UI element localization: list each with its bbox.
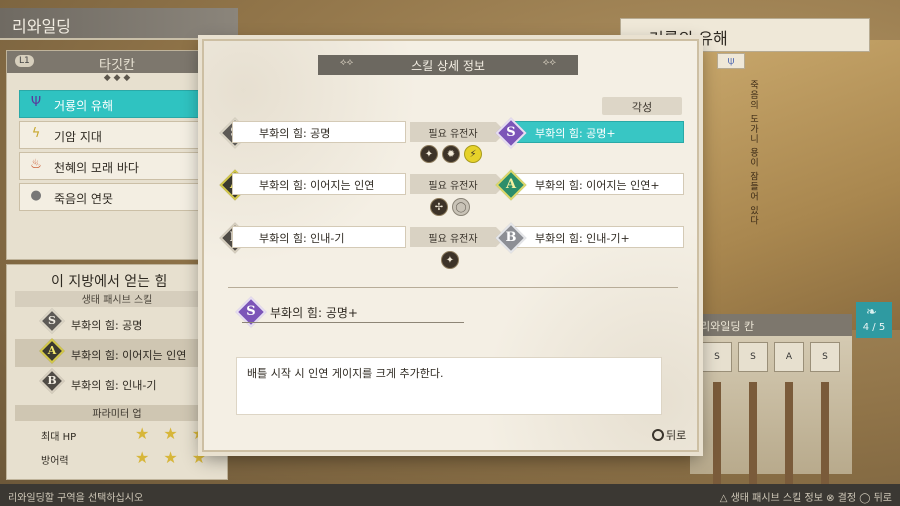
gain-skill-a: A 부화의 힘: 이어지는 인연 <box>15 338 219 367</box>
param-label: 방어력 <box>41 456 69 467</box>
base-skill-b[interactable]: 부화의 힘: 인내-기 <box>232 226 406 248</box>
param-row-hp: 최대 HP ★★★ <box>15 423 219 445</box>
region-item-label: 거룡의 유해 <box>54 99 114 113</box>
monstie-card[interactable]: S <box>810 342 840 372</box>
gene-icon: ✦ <box>420 145 438 163</box>
region-list-header: L1 타깃칸 R1 <box>7 51 227 73</box>
hint-right: △ 생태 패시브 스킬 정보 ⊗ 결정 ◯ 뒤로 <box>719 493 892 504</box>
awaken-label: 각성 <box>602 97 682 115</box>
back-button[interactable]: 뒤로 <box>652 427 686 443</box>
ornament-icon: ⟡⟡ <box>542 57 556 68</box>
pillar <box>821 382 829 492</box>
page-dots: ◆ ◆ ◆ <box>103 73 131 83</box>
region-item-rock-zone[interactable]: ϟ 기암 지대 <box>19 121 217 149</box>
gene-icon: ⚡ <box>464 145 482 163</box>
circle-button-icon <box>652 429 664 441</box>
base-skill-s[interactable]: 부화의 힘: 공명 <box>232 121 406 143</box>
param-row-defense: 방어력 ★★★ <box>15 447 219 469</box>
gene-icon: ✢ <box>430 198 448 216</box>
hint-left: 리와일딩할 구역을 선택하십시오 <box>8 493 144 504</box>
page-indicator-text: 4 / 5 <box>862 322 886 333</box>
leaf-icon: ❧ <box>866 305 877 320</box>
dialog-title-label: 스킬 상세 정보 <box>411 59 485 73</box>
region-item-label: 기암 지대 <box>54 130 102 144</box>
monstie-card[interactable]: S <box>738 342 768 372</box>
page-indicator: ❧ 4 / 5 <box>856 302 892 338</box>
rewilding-header: 리와일딩 칸 <box>690 314 852 336</box>
map-annotation: 죽음의 도가니 용이 잠들어 있다 <box>748 80 758 226</box>
l1-button[interactable]: L1 <box>15 55 34 67</box>
lightning-icon: ϟ <box>31 126 41 141</box>
screen-title: 리와일딩 <box>0 8 238 40</box>
gain-panel-subtitle: 생태 패시브 스킬 <box>15 291 219 307</box>
region-item-dragon-remains[interactable]: Ψ 거룡의 유해 <box>19 90 217 118</box>
awakened-skill-b[interactable]: 부화의 힘: 인내-기+ <box>508 226 684 248</box>
gain-skill-label: 부화의 힘: 이어지는 인연 <box>71 349 187 362</box>
gain-skill-s: S 부화의 힘: 공명 <box>15 308 219 337</box>
awakened-skill-a[interactable]: 부화의 힘: 이어지는 인연+ <box>508 173 684 195</box>
base-skill-a[interactable]: 부화의 힘: 이어지는 인연 <box>232 173 406 195</box>
param-header: 파라미터 업 <box>15 405 219 421</box>
awakened-skill-s[interactable]: 부화의 힘: 공명+ <box>508 121 684 143</box>
back-button-label: 뒤로 <box>666 429 687 442</box>
gain-skill-b: B 부화의 힘: 인내-기 <box>15 368 219 397</box>
gene-icon: ✦ <box>441 251 459 269</box>
crest-icon: ⍦ <box>717 53 745 69</box>
region-item-label: 죽음의 연못 <box>54 192 114 206</box>
required-genes-label: 필요 유전자 <box>410 227 506 247</box>
skill-detail-dialog: ⟡⟡ 스킬 상세 정보 ⟡⟡ 각성 S 부화의 힘: 공명 필요 유전자 ✦ ✹… <box>202 39 699 452</box>
region-item-sand-sea[interactable]: ♨ 천혜의 모래 바다 <box>19 152 217 180</box>
rewilding-panel: 리와일딩 칸 S S A S <box>690 314 852 492</box>
hint-bar: 리와일딩할 구역을 선택하십시오 △ 생태 패시브 스킬 정보 ⊗ 결정 ◯ 뒤… <box>0 484 900 506</box>
ornament-icon: ⟡⟡ <box>340 57 354 68</box>
rank-b-icon: B <box>39 368 65 394</box>
skill-description: 배틀 시작 시 인연 게이지를 크게 추가한다. <box>236 357 662 415</box>
dialog-title: ⟡⟡ 스킬 상세 정보 ⟡⟡ <box>318 55 578 75</box>
region-map <box>690 40 900 330</box>
selected-skill-name: 부화의 힘: 공명+ <box>242 299 464 323</box>
region-item-death-pond[interactable]: ● 죽음의 연못 <box>19 183 217 211</box>
pillar <box>713 382 721 492</box>
skull-icon: Ψ <box>30 95 42 110</box>
region-list-title: 타깃칸 <box>99 58 135 73</box>
section-divider <box>228 287 678 288</box>
gain-skill-label: 부화의 힘: 공명 <box>71 319 143 332</box>
gene-icon: ◯ <box>452 198 470 216</box>
orb-icon: ● <box>30 188 42 203</box>
gain-skill-label: 부화의 힘: 인내-기 <box>71 379 157 392</box>
rank-s-icon: S <box>39 308 65 334</box>
region-item-label: 천혜의 모래 바다 <box>54 161 139 175</box>
flame-icon: ♨ <box>30 157 42 172</box>
param-label: 최대 HP <box>41 432 77 443</box>
region-gain-panel: 이 지방에서 얻는 힘 생태 패시브 스킬 S 부화의 힘: 공명 A 부화의 … <box>6 264 228 480</box>
monstie-card[interactable]: S <box>702 342 732 372</box>
gene-icon: ✹ <box>442 145 460 163</box>
pillar <box>785 382 793 492</box>
gain-panel-title: 이 지방에서 얻는 힘 <box>51 274 168 290</box>
monstie-card[interactable]: A <box>774 342 804 372</box>
region-list-panel: L1 타깃칸 R1 ◆ ◆ ◆ Ψ 거룡의 유해 ϟ 기암 지대 ♨ 천혜의 모… <box>6 50 228 260</box>
pillar <box>749 382 757 492</box>
required-genes-label: 필요 유전자 <box>410 174 506 194</box>
rank-a-icon: A <box>39 338 65 364</box>
required-genes-label: 필요 유전자 <box>410 122 506 142</box>
